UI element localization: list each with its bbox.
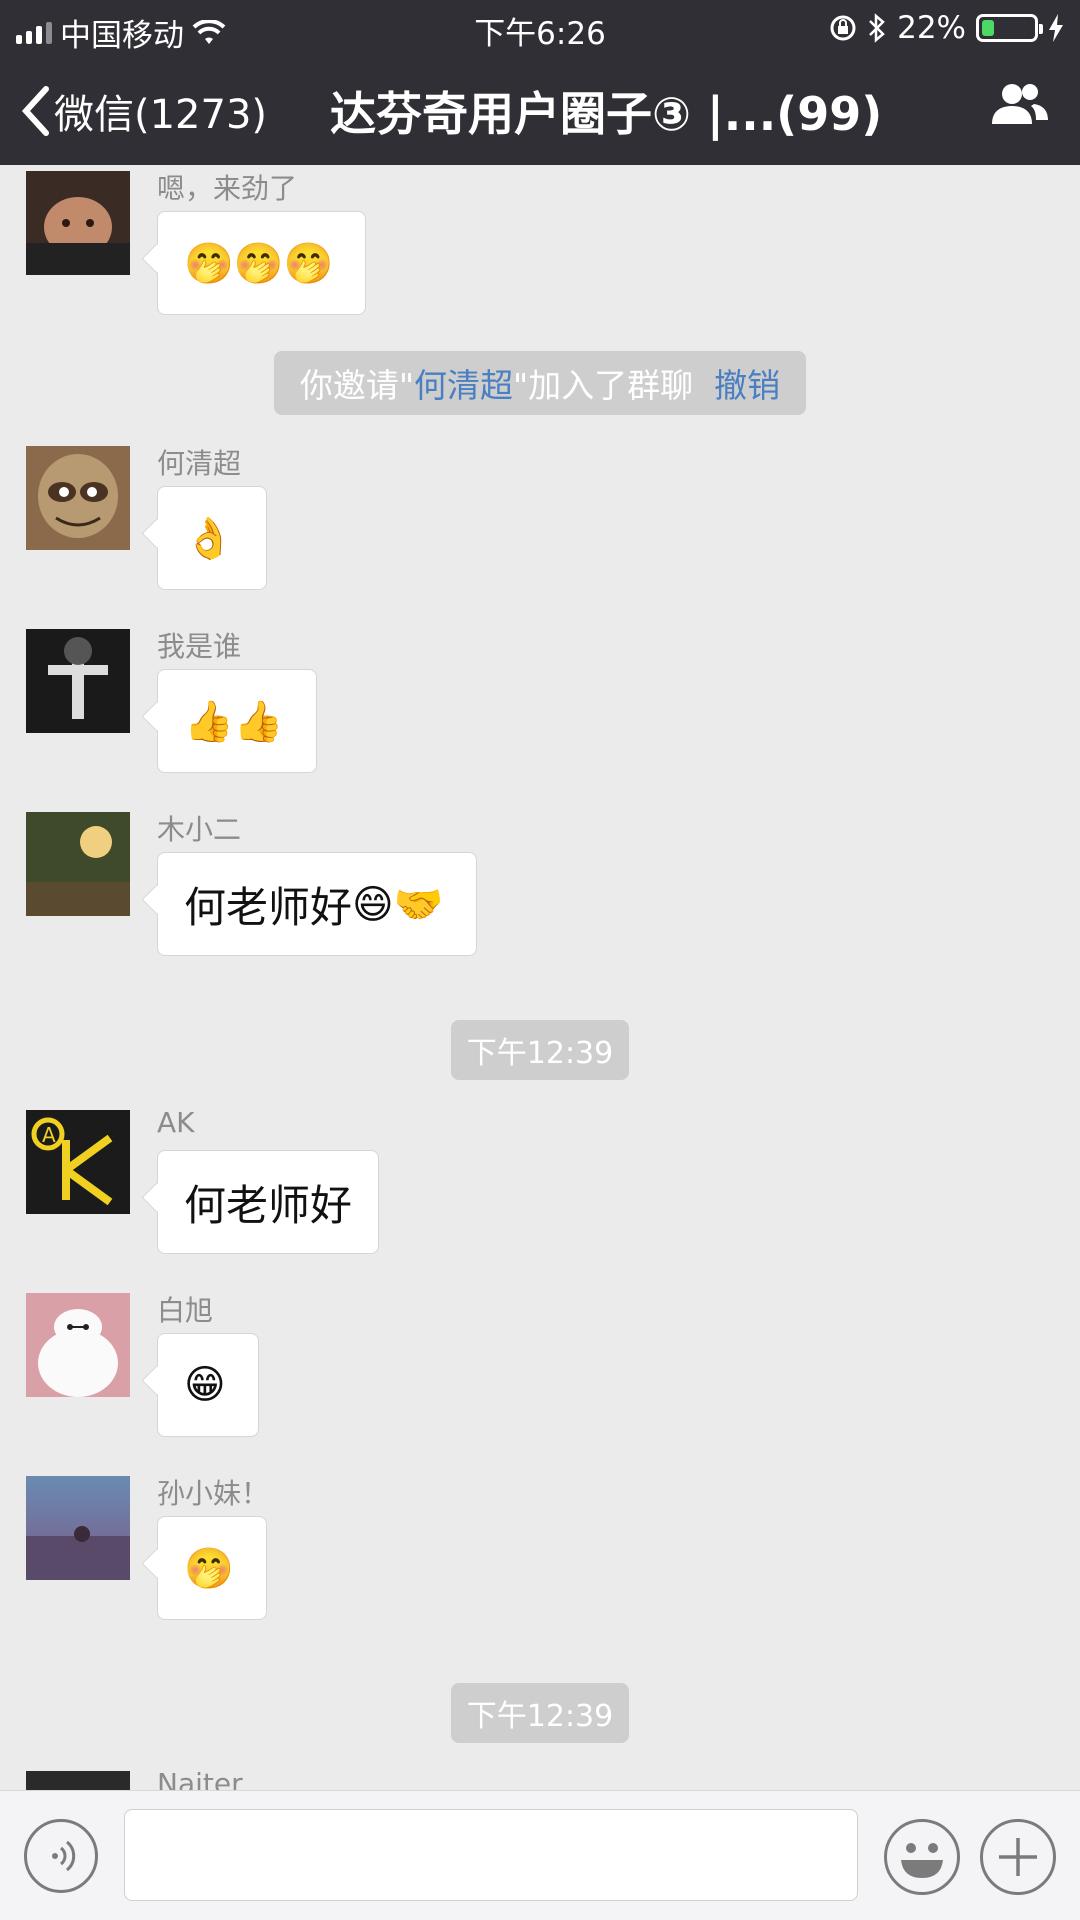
rotation-lock-icon (830, 15, 856, 41)
undo-link[interactable]: 撤销 (714, 366, 780, 405)
timestamp-row: 下午12:39 (0, 1683, 1080, 1743)
timestamp-row: 下午12:39 (0, 1020, 1080, 1080)
sender-name: 嗯，来劲了 (157, 172, 298, 205)
invite-suffix: "加入了群聊 (513, 366, 694, 405)
invite-notice: 你邀请"何清超"加入了群聊 撤销 (273, 351, 807, 415)
message-row: 嗯，来劲了 🤭🤭🤭 (26, 171, 1056, 321)
back-label: 微信(1273) (54, 92, 268, 138)
avatar[interactable] (26, 446, 130, 550)
message-input[interactable] (124, 1809, 858, 1901)
back-button[interactable]: 微信(1273) (20, 82, 267, 140)
emoji: 👌 (184, 515, 234, 562)
more-button[interactable] (980, 1819, 1056, 1895)
message-bubble[interactable]: 何老师好 (157, 1150, 380, 1254)
chat-area[interactable]: 嗯，来劲了 🤭🤭🤭 你邀请"何清超"加入了群聊 撤销 何清超 👌 我是谁 👍👍 … (0, 165, 1080, 1790)
timestamp: 下午12:39 (450, 1020, 630, 1080)
message-bubble[interactable]: 👌 (157, 486, 267, 590)
emoji: 😁 (184, 1362, 226, 1408)
message-row: A AK 何老师好 (26, 1106, 1056, 1260)
message-row: 白旭 😁 (26, 1293, 1056, 1443)
emoji: 👍👍 (184, 698, 284, 745)
sender-name: 我是谁 (157, 630, 242, 663)
system-message: 你邀请"何清超"加入了群聊 撤销 (0, 351, 1080, 415)
group-members-icon (992, 84, 1048, 124)
voice-icon (52, 1840, 76, 1872)
input-bar (0, 1790, 1080, 1920)
avatar[interactable] (26, 171, 130, 275)
message-bubble[interactable]: 👍👍 (157, 669, 317, 773)
message-bubble[interactable]: 🤭 (157, 1516, 267, 1620)
emoji: 🤭🤭🤭 (184, 240, 334, 287)
avatar[interactable] (26, 1476, 130, 1580)
message-text: 何老师好 (184, 882, 353, 932)
message-row: 木小二 何老师好 😄🤝 (26, 812, 1056, 962)
battery-percent: 22% (897, 10, 966, 46)
plus-icon (999, 1838, 1037, 1876)
invite-prefix: 你邀请" (299, 366, 414, 405)
sender-name: Naiter (157, 1767, 243, 1790)
sender-name: 白旭 (157, 1294, 214, 1327)
header: 中国移动 下午6:26 22% 微信(1273) 达芬奇用户圈子③ |...(9… (0, 0, 1080, 165)
sender-name: 孙小妹！ (157, 1477, 270, 1510)
avatar[interactable] (26, 1293, 130, 1397)
sender-name: AK (157, 1106, 195, 1139)
message-row: 孙小妹！ 🤭 (26, 1476, 1056, 1626)
avatar[interactable]: A (26, 1110, 130, 1214)
avatar[interactable] (26, 812, 130, 916)
avatar[interactable] (26, 1771, 130, 1790)
nav-bar: 微信(1273) 达芬奇用户圈子③ |...(99) (0, 72, 1080, 152)
message-text: 何老师好 (184, 1180, 353, 1230)
emoji-button[interactable] (884, 1819, 960, 1895)
message-row: 何清超 👌 (26, 446, 1056, 596)
avatar[interactable] (26, 629, 130, 733)
message-bubble[interactable]: 🤭🤭🤭 (157, 211, 367, 315)
chat-title: 达芬奇用户圈子③ |...(99) (330, 87, 883, 141)
message-bubble[interactable]: 何老师好 😄🤝 (157, 852, 477, 956)
sender-name: 何清超 (157, 447, 242, 480)
svg-text:A: A (42, 1123, 56, 1147)
battery-icon (976, 14, 1043, 42)
timestamp: 下午12:39 (450, 1683, 630, 1743)
emoji: 😄🤝 (352, 881, 444, 928)
sender-name: 木小二 (157, 813, 242, 846)
emoji: 🤭 (184, 1545, 234, 1592)
group-members-button[interactable] (990, 80, 1050, 134)
emoji-icon (901, 1843, 943, 1878)
bluetooth-icon (869, 13, 885, 43)
message-row: Naiter (26, 1767, 1056, 1790)
message-bubble[interactable]: 😁 (157, 1333, 259, 1437)
message-row: 我是谁 👍👍 (26, 629, 1056, 779)
status-bar: 中国移动 下午6:26 22% (0, 0, 1080, 56)
charging-icon (1049, 14, 1063, 42)
invited-user-link[interactable]: 何清超 (414, 366, 513, 405)
chevron-left-icon (21, 86, 49, 136)
voice-button[interactable] (24, 1819, 98, 1893)
